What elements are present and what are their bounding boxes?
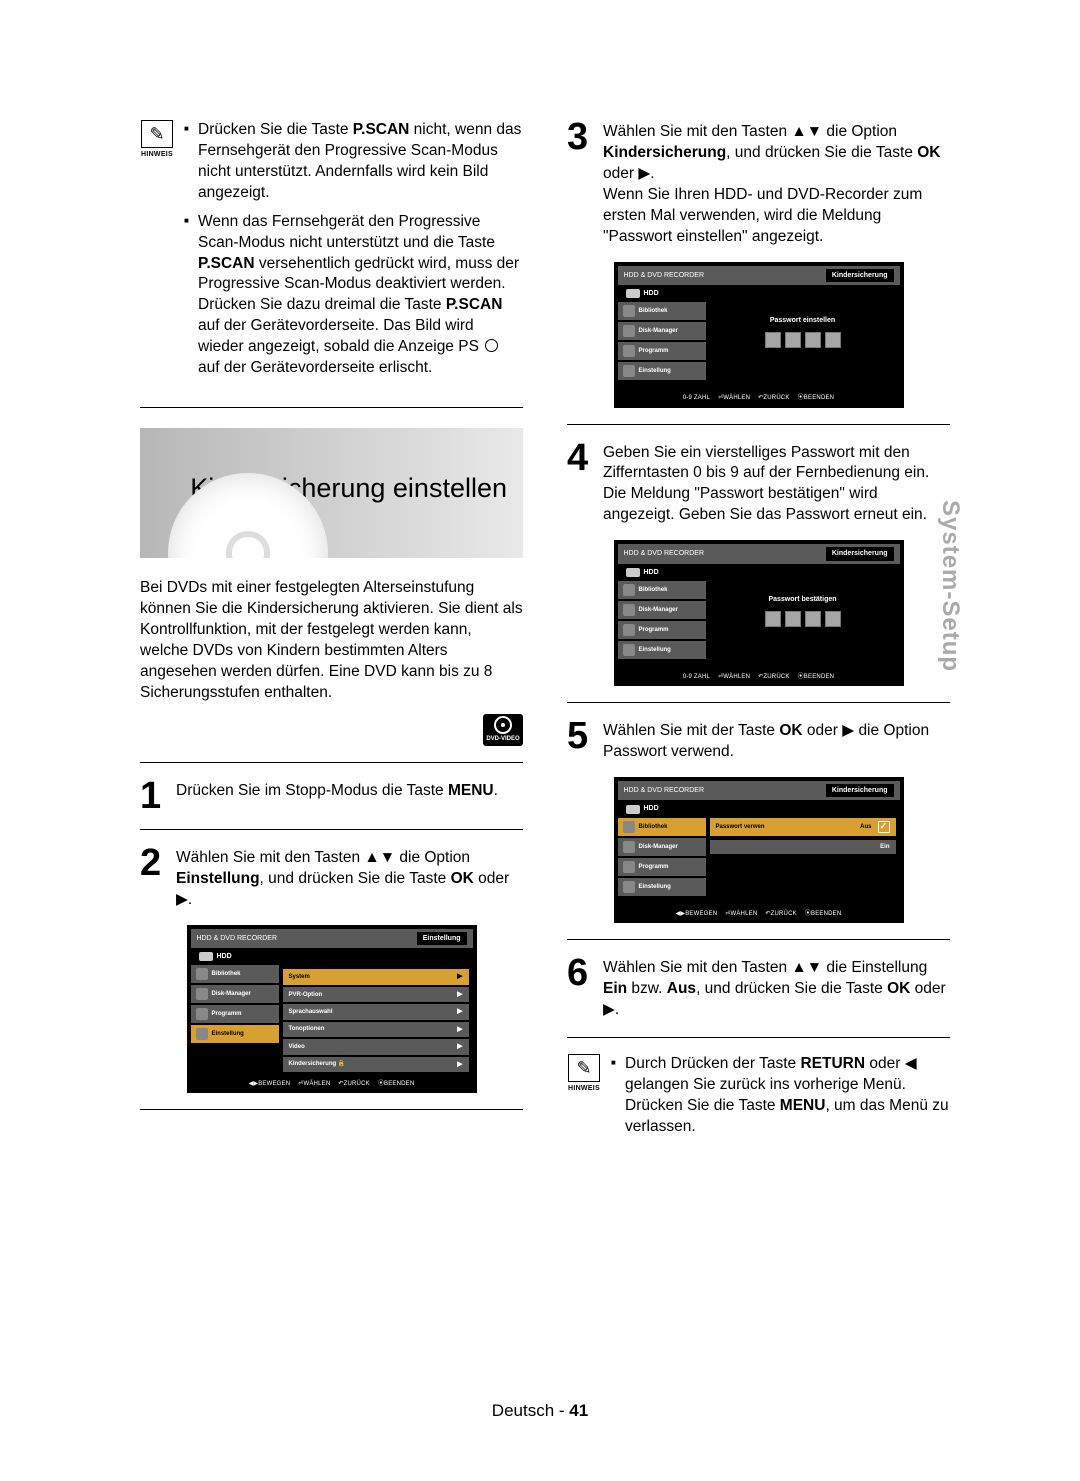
password-prompt: Passwort einstellen <box>710 316 896 325</box>
page-footer: Deutsch - 41 <box>0 1401 1080 1421</box>
password-prompt: Passwort bestätigen <box>710 595 896 604</box>
osd-menu-item: Tonoptionen▶ <box>283 1022 469 1037</box>
step-6: 6 Wählen Sie mit den Tasten ▲▼ die Einst… <box>567 956 950 1021</box>
left-column: ✎ HINWEIS Drücken Sie die Taste P.SCAN n… <box>140 120 523 1159</box>
section-tab: System-Setup <box>936 500 964 672</box>
manual-page: System-Setup ✎ HINWEIS Drücken Sie die T… <box>0 0 1080 1481</box>
note-icon: ✎ <box>568 1054 600 1082</box>
osd-side-item: Bibliothek <box>191 965 279 983</box>
right-column: 3 Wählen Sie mit den Tasten ▲▼ die Optio… <box>567 120 950 1159</box>
osd-side-item: Programm <box>191 1005 279 1023</box>
note-top: ✎ HINWEIS Drücken Sie die Taste P.SCAN n… <box>140 120 523 387</box>
step-5: 5 Wählen Sie mit der Taste OK oder ▶ die… <box>567 719 950 763</box>
note-bottom: ✎ HINWEIS Durch Drücken der Taste RETURN… <box>567 1054 950 1146</box>
osd-screen-set-password: HDD & DVD RECORDERKindersicherung HDD Bi… <box>614 262 904 408</box>
note-bullet: Wenn das Fernsehgerät den Progressive Sc… <box>184 212 523 379</box>
hdd-icon <box>199 952 213 961</box>
osd-screen-use-password: HDD & DVD RECORDERKindersicherung HDD Bi… <box>614 777 904 923</box>
hdd-icon <box>626 568 640 577</box>
checkmark-icon <box>878 821 890 833</box>
step-2: 2 Wählen Sie mit den Tasten ▲▼ die Optio… <box>140 846 523 911</box>
hdd-icon <box>626 805 640 814</box>
note-label: HINWEIS <box>141 150 173 159</box>
osd-menu-item: Video▶ <box>283 1039 469 1054</box>
dvd-video-icon: DVD-VIDEO <box>483 714 523 746</box>
hdd-icon <box>626 289 640 298</box>
osd-option-row: Passwort verwen Aus <box>710 818 896 836</box>
step-3: 3 Wählen Sie mit den Tasten ▲▼ die Optio… <box>567 120 950 248</box>
password-boxes <box>710 332 896 348</box>
intro-text: Bei DVDs mit einer festgelegten Altersei… <box>140 578 523 704</box>
osd-menu-item: System▶ <box>283 969 469 984</box>
section-title-box: Kindersicherung einstellen <box>140 428 523 558</box>
note-bullet: Drücken Sie die Taste P.SCAN nicht, wenn… <box>184 120 523 204</box>
osd-menu-item: Sprachauswahl▶ <box>283 1004 469 1019</box>
step-1: 1 Drücken Sie im Stopp-Modus die Taste M… <box>140 779 523 813</box>
osd-option-row: Ein <box>710 840 896 854</box>
step-4: 4 Geben Sie ein vierstelliges Passwort m… <box>567 441 950 527</box>
osd-screen-confirm-password: HDD & DVD RECORDERKindersicherung HDD Bi… <box>614 540 904 686</box>
ps-indicator-icon <box>485 339 498 352</box>
osd-side-item: Disk-Manager <box>191 985 279 1003</box>
osd-screen-settings: HDD & DVD RECORDEREinstellung HDD Biblio… <box>187 925 477 1094</box>
note-bullet: Durch Drücken der Taste RETURN oder ◀ ge… <box>611 1054 950 1138</box>
osd-menu-item: PVR-Option▶ <box>283 987 469 1002</box>
osd-side-item: Einstellung <box>191 1025 279 1043</box>
note-icon: ✎ <box>141 120 173 148</box>
password-boxes <box>710 611 896 627</box>
note-label: HINWEIS <box>568 1084 600 1093</box>
osd-menu-item: Kindersicherung 🔒▶ <box>283 1057 469 1072</box>
